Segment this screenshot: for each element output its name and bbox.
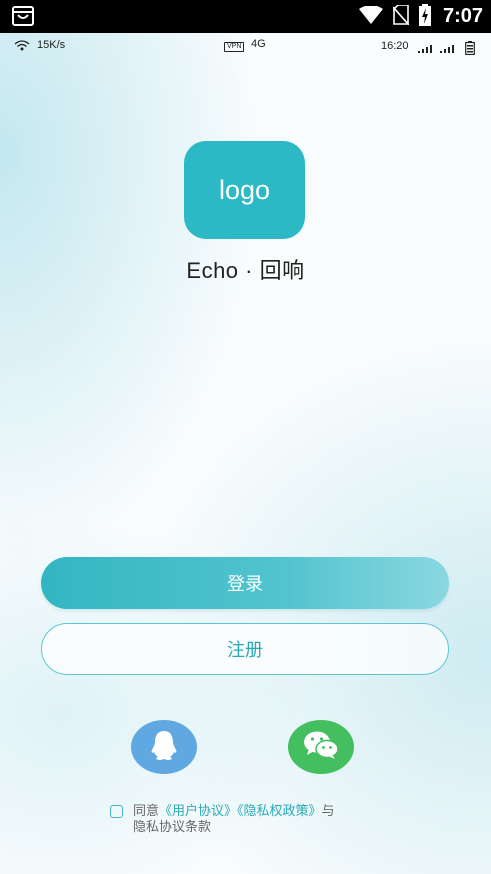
agree-checkbox[interactable]	[110, 805, 123, 818]
inner-clock: 16:20	[381, 40, 409, 52]
shopping-bag-icon	[12, 6, 34, 26]
system-status-bar: 7:07	[0, 0, 491, 33]
wechat-icon	[303, 730, 339, 764]
inner-status-bar: 15K/s VPN 4G 16:20	[0, 33, 491, 59]
wifi-icon	[14, 40, 30, 54]
app-name: Echo · 回响	[186, 258, 305, 283]
user-agreement-link[interactable]: 《用户协议》	[159, 804, 237, 819]
network-type: 4G	[251, 38, 266, 50]
system-clock: 7:07	[442, 5, 483, 27]
agreement-prefix: 同意	[133, 804, 160, 819]
battery-charging-icon	[418, 3, 431, 30]
privacy-policy-link[interactable]: 《隐私权政策》	[237, 804, 322, 819]
login-button[interactable]: 登录	[41, 557, 449, 609]
vpn-badge: VPN	[224, 42, 245, 52]
net-speed: 15K/s	[37, 39, 66, 51]
app-logo: logo	[184, 141, 305, 239]
signal-icon	[418, 43, 434, 56]
no-sim-icon	[392, 3, 410, 29]
wifi-icon	[358, 4, 383, 28]
signal-icon	[440, 43, 456, 56]
battery-icon	[465, 41, 475, 58]
agreement-line-2: 隐私协议条款	[133, 820, 212, 835]
wechat-login-button[interactable]	[288, 720, 354, 774]
register-button[interactable]: 注册	[41, 623, 449, 675]
agreement-connector: 与	[321, 804, 335, 819]
logo-text: logo	[218, 174, 271, 205]
qq-login-button[interactable]	[131, 720, 197, 774]
agreement-line-1: 同意《用户协议》《隐私权政策》与	[133, 804, 335, 820]
qq-icon	[149, 729, 179, 765]
login-screen: 15K/s VPN 4G 16:20 logo Echo · 回响 登录 注册 …	[0, 33, 491, 874]
